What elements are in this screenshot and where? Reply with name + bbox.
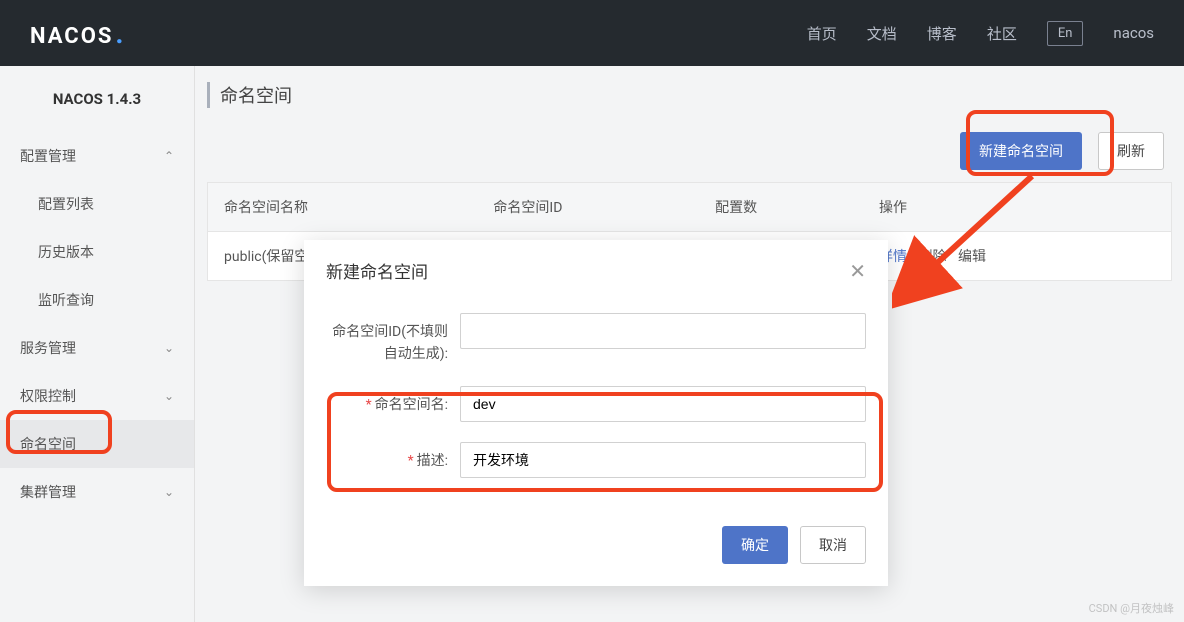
logo-text: NACOS	[30, 24, 113, 49]
sidebar: NACOS 1.4.3 配置管理 ⌃ 配置列表 历史版本 监听查询 服务管理 ⌄…	[0, 66, 195, 622]
toolbar: 新建命名空间 刷新	[207, 132, 1172, 170]
chevron-up-icon: ⌃	[164, 149, 174, 163]
menu-cluster[interactable]: 集群管理 ⌄	[0, 468, 194, 516]
menu-auth[interactable]: 权限控制 ⌄	[0, 372, 194, 420]
menu-config-mgmt[interactable]: 配置管理 ⌃	[0, 132, 194, 180]
col-ops: 操作	[863, 183, 1172, 232]
language-toggle[interactable]: En	[1047, 21, 1084, 46]
logo: NACOS.	[30, 17, 126, 50]
nav-community[interactable]: 社区	[987, 23, 1017, 44]
menu-cluster-label: 集群管理	[20, 482, 76, 502]
logo-dot-icon: .	[115, 17, 125, 50]
top-header: NACOS. 首页 文档 博客 社区 En nacos	[0, 0, 1184, 66]
cancel-button[interactable]: 取消	[800, 526, 866, 564]
menu-namespace-label: 命名空间	[20, 434, 76, 454]
col-name: 命名空间名称	[208, 183, 478, 232]
close-icon[interactable]: ✕	[849, 259, 866, 283]
menu-service-mgmt[interactable]: 服务管理 ⌄	[0, 324, 194, 372]
col-count: 配置数	[699, 183, 863, 232]
modal-title: 新建命名空间	[326, 258, 428, 283]
create-namespace-button[interactable]: 新建命名空间	[960, 132, 1082, 170]
col-id: 命名空间ID	[477, 183, 699, 232]
chevron-down-icon: ⌄	[164, 485, 174, 499]
menu-service-mgmt-label: 服务管理	[20, 338, 76, 358]
modal-header: 新建命名空间 ✕	[304, 240, 888, 301]
page-title: 命名空间	[207, 82, 1172, 108]
create-namespace-modal: 新建命名空间 ✕ 命名空间ID(不填则自动生成): *命名空间名: *描述: 确…	[304, 240, 888, 586]
menu-namespace[interactable]: 命名空间	[0, 420, 194, 468]
form-row-id: 命名空间ID(不填则自动生成):	[326, 313, 866, 366]
watermark: CSDN @月夜烛峰	[1089, 600, 1174, 616]
menu-config-mgmt-label: 配置管理	[20, 146, 76, 166]
ok-button[interactable]: 确定	[722, 526, 788, 564]
modal-footer: 确定 取消	[304, 508, 888, 586]
form-row-name: *命名空间名:	[326, 386, 866, 422]
ns-name-label: *命名空间名:	[326, 386, 460, 416]
ns-desc-input[interactable]	[460, 442, 866, 478]
chevron-down-icon: ⌄	[164, 389, 174, 403]
nav-right: 首页 文档 博客 社区 En nacos	[807, 21, 1154, 46]
delete-link[interactable]: 删除	[918, 249, 946, 265]
cell-ops: 详情 删除 编辑	[863, 232, 1172, 281]
ns-name-input[interactable]	[460, 386, 866, 422]
refresh-button[interactable]: 刷新	[1098, 132, 1164, 170]
submenu-config-list[interactable]: 配置列表	[0, 180, 194, 228]
form-row-desc: *描述:	[326, 442, 866, 478]
nav-blog[interactable]: 博客	[927, 23, 957, 44]
sidebar-title: NACOS 1.4.3	[0, 66, 194, 132]
chevron-down-icon: ⌄	[164, 341, 174, 355]
submenu-listen[interactable]: 监听查询	[0, 276, 194, 324]
user-name[interactable]: nacos	[1113, 24, 1154, 42]
submenu-history[interactable]: 历史版本	[0, 228, 194, 276]
menu-auth-label: 权限控制	[20, 386, 76, 406]
ns-desc-label-text: 描述:	[417, 453, 448, 469]
edit-link[interactable]: 编辑	[958, 249, 986, 265]
ns-desc-label: *描述:	[326, 442, 460, 472]
nav-docs[interactable]: 文档	[867, 23, 897, 44]
nav-home[interactable]: 首页	[807, 23, 837, 44]
ns-name-label-text: 命名空间名:	[375, 397, 448, 413]
ns-id-label: 命名空间ID(不填则自动生成):	[326, 313, 460, 366]
modal-body: 命名空间ID(不填则自动生成): *命名空间名: *描述:	[304, 301, 888, 508]
ns-id-input[interactable]	[460, 313, 866, 349]
